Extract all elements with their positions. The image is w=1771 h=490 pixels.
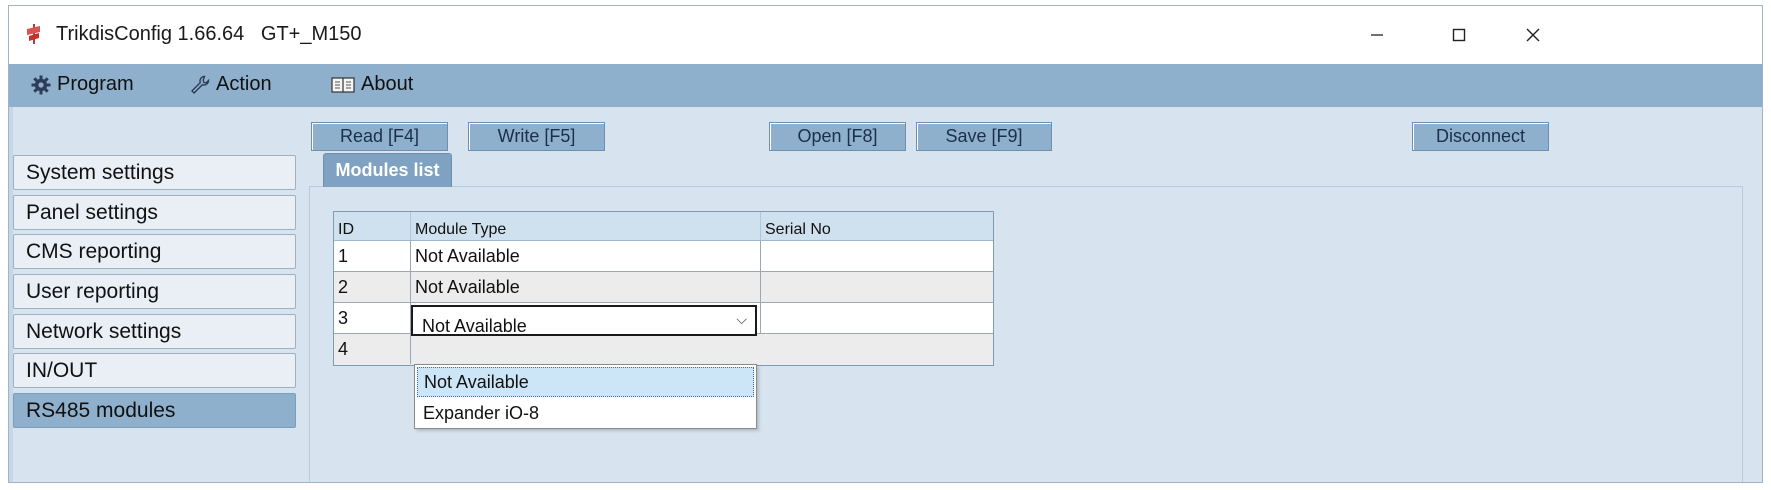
title-bar: TrikdisConfig 1.66.64 GT+_M150 bbox=[9, 6, 1762, 62]
module-type-dropdown-list: Not Available Expander iO-8 bbox=[414, 364, 757, 429]
combobox-value: Not Available bbox=[422, 316, 527, 336]
close-icon bbox=[1526, 28, 1540, 42]
cell-id: 1 bbox=[334, 241, 411, 271]
sidebar-item-label: CMS reporting bbox=[26, 239, 162, 263]
sidebar-item-network-settings[interactable]: Network settings bbox=[13, 314, 296, 349]
wrench-icon bbox=[191, 75, 210, 94]
sidebar-item-rs485-modules[interactable]: RS485 modules bbox=[13, 393, 296, 428]
open-button[interactable]: Open [F8] bbox=[769, 122, 906, 151]
menu-about[interactable]: About bbox=[331, 73, 413, 96]
app-window: TrikdisConfig 1.66.64 GT+_M150 Program A… bbox=[8, 5, 1763, 483]
sidebar-item-label: User reporting bbox=[26, 279, 160, 303]
main-area: Read [F4] Write [F5] Open [F8] Save [F9]… bbox=[9, 107, 1762, 482]
sidebar-item-label: Panel settings bbox=[26, 200, 158, 224]
disconnect-button[interactable]: Disconnect bbox=[1412, 122, 1549, 151]
menu-program-label: Program bbox=[57, 73, 134, 95]
sidebar-item-cms-reporting[interactable]: CMS reporting bbox=[13, 234, 296, 269]
sidebar-item-panel-settings[interactable]: Panel settings bbox=[13, 195, 296, 230]
modules-table: ID Module Type Serial No 1 Not Available… bbox=[333, 211, 994, 366]
read-button[interactable]: Read [F4] bbox=[311, 122, 448, 151]
maximize-button[interactable] bbox=[1437, 18, 1481, 52]
window-title: TrikdisConfig 1.66.64 GT+_M150 bbox=[56, 23, 362, 45]
cell-serial-no[interactable] bbox=[761, 334, 993, 364]
maximize-icon bbox=[1452, 28, 1466, 42]
menu-action[interactable]: Action bbox=[190, 73, 272, 96]
cell-module-type[interactable]: Not Available bbox=[411, 272, 761, 302]
tab-modules-list[interactable]: Modules list bbox=[323, 153, 452, 187]
table-row[interactable]: 4 bbox=[334, 334, 993, 365]
cell-serial-no[interactable] bbox=[761, 241, 993, 271]
save-button[interactable]: Save [F9] bbox=[916, 122, 1052, 151]
cell-serial-no[interactable] bbox=[761, 272, 993, 302]
minimize-button[interactable] bbox=[1355, 18, 1399, 52]
app-logo-icon bbox=[27, 24, 40, 44]
table-row[interactable]: 2 Not Available bbox=[334, 272, 993, 303]
cell-id: 2 bbox=[334, 272, 411, 302]
column-header-serial-no[interactable]: Serial No bbox=[761, 212, 993, 240]
close-button[interactable] bbox=[1511, 18, 1555, 52]
cell-id: 3 bbox=[334, 303, 411, 333]
minimize-icon bbox=[1371, 34, 1383, 36]
sidebar-item-label: System settings bbox=[26, 160, 175, 184]
menu-action-label: Action bbox=[216, 73, 272, 95]
sidebar-item-in-out[interactable]: IN/OUT bbox=[13, 353, 296, 388]
menu-about-label: About bbox=[361, 73, 414, 95]
cell-serial-no[interactable] bbox=[761, 303, 993, 333]
sidebar-item-label: Network settings bbox=[26, 319, 182, 343]
sidebar-item-label: IN/OUT bbox=[26, 358, 98, 382]
sidebar-item-system-settings[interactable]: System settings bbox=[13, 155, 296, 190]
module-type-combobox[interactable]: Not Available ⌵ bbox=[411, 305, 757, 336]
table-header: ID Module Type Serial No bbox=[334, 212, 993, 241]
dropdown-option-expander-io-8[interactable]: Expander iO-8 bbox=[417, 398, 754, 428]
sidebar-item-label: RS485 modules bbox=[26, 398, 176, 422]
dropdown-option-not-available[interactable]: Not Available bbox=[417, 367, 754, 397]
cell-module-type[interactable]: Not Available bbox=[411, 241, 761, 271]
gear-icon bbox=[31, 75, 51, 94]
sidebar-item-user-reporting[interactable]: User reporting bbox=[13, 274, 296, 309]
menu-program[interactable]: Program bbox=[31, 73, 134, 96]
column-header-module-type[interactable]: Module Type bbox=[411, 212, 761, 240]
book-icon bbox=[331, 76, 355, 93]
chevron-down-icon[interactable]: ⌵ bbox=[736, 311, 747, 328]
write-button[interactable]: Write [F5] bbox=[468, 122, 605, 151]
menu-bar: Program Action About bbox=[9, 64, 1762, 107]
table-row[interactable]: 1 Not Available bbox=[334, 241, 993, 272]
cell-id: 4 bbox=[334, 334, 411, 364]
column-header-id[interactable]: ID bbox=[334, 212, 411, 240]
